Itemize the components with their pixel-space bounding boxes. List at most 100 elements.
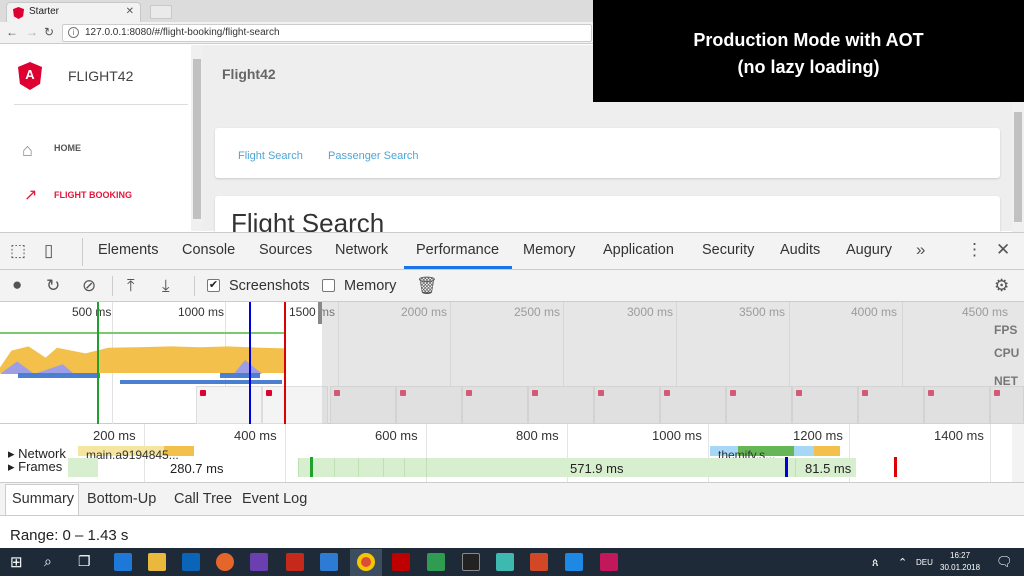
tab-elements[interactable]: Elements bbox=[98, 242, 158, 258]
passenger-search-link[interactable]: Passenger Search bbox=[328, 150, 419, 162]
overlay-line-2: (no lazy loading) bbox=[737, 57, 880, 77]
reload-record-icon[interactable]: ↻ bbox=[46, 276, 60, 296]
toolbar-divider bbox=[112, 276, 113, 296]
gear-icon[interactable]: ⚙ bbox=[994, 276, 1009, 296]
device-toolbar-icon[interactable]: ▯ bbox=[44, 241, 53, 261]
windows-start-icon[interactable]: ⊞ bbox=[10, 553, 23, 571]
info-icon[interactable]: i bbox=[68, 27, 79, 38]
notification-icon[interactable]: 🗨 bbox=[996, 554, 1013, 570]
screenshots-checkbox[interactable]: ✔ bbox=[207, 279, 220, 292]
header-title: Flight42 bbox=[222, 66, 276, 82]
screenshot-thumb bbox=[196, 386, 262, 424]
frames-label: Frames bbox=[18, 459, 63, 474]
close-devtools-icon[interactable]: ✕ bbox=[996, 240, 1010, 260]
record-icon[interactable]: ● bbox=[12, 275, 22, 295]
kebab-menu-icon[interactable]: ⋮ bbox=[966, 240, 983, 260]
flame-tick: 1000 ms bbox=[652, 428, 702, 443]
flame-tick: 1200 ms bbox=[793, 428, 843, 443]
network-request-bar[interactable] bbox=[814, 446, 840, 456]
tab-performance[interactable]: Performance bbox=[416, 242, 499, 258]
url-input[interactable]: i 127.0.0.1:8080/#/flight-booking/flight-… bbox=[62, 24, 592, 42]
flame-scrollbar[interactable] bbox=[1012, 424, 1024, 482]
tab-security[interactable]: Security bbox=[702, 242, 754, 258]
range-handle[interactable] bbox=[318, 302, 322, 324]
frames-track-label[interactable]: ▸ Frames bbox=[8, 459, 62, 475]
sidebar-item-flight-booking[interactable]: FLIGHT BOOKING bbox=[54, 190, 132, 200]
inspect-element-icon[interactable]: ⬚ bbox=[10, 241, 26, 261]
tab-memory[interactable]: Memory bbox=[523, 242, 575, 258]
tab-augury[interactable]: Augury bbox=[846, 242, 892, 258]
main-scrollbar[interactable] bbox=[1012, 102, 1024, 232]
frame-bar[interactable] bbox=[68, 458, 98, 477]
clock-time[interactable]: 16:27 bbox=[950, 551, 970, 560]
chevron-up-icon[interactable]: ⌃ bbox=[898, 556, 907, 569]
screenshots-label: Screenshots bbox=[229, 278, 310, 294]
first-paint-marker bbox=[785, 457, 788, 477]
task-view-icon[interactable]: ❐ bbox=[78, 553, 91, 570]
more-tabs-icon[interactable]: » bbox=[916, 240, 925, 260]
tab-sources[interactable]: Sources bbox=[259, 242, 312, 258]
home-icon[interactable]: ⌂ bbox=[22, 140, 33, 161]
forward-icon[interactable]: → bbox=[26, 25, 38, 39]
unselected-range-shade[interactable] bbox=[322, 302, 1024, 424]
outlook-icon[interactable] bbox=[182, 553, 200, 571]
frame-duration: 280.7 ms bbox=[170, 461, 224, 476]
flame-tick: 800 ms bbox=[516, 428, 559, 443]
url-text: 127.0.0.1:8080/#/flight-booking/flight-s… bbox=[85, 27, 280, 38]
sidebar-scrollbar[interactable] bbox=[191, 45, 203, 231]
back-icon[interactable]: ← bbox=[6, 25, 18, 39]
sidebar-item-home[interactable]: HOME bbox=[54, 143, 81, 153]
selected-tab-indicator bbox=[404, 266, 512, 269]
memory-label: Memory bbox=[344, 278, 397, 294]
range-summary: Range: 0 – 1.43 s bbox=[10, 527, 129, 544]
download-icon[interactable]: ⤓ bbox=[162, 276, 170, 296]
tab-audits[interactable]: Audits bbox=[780, 242, 820, 258]
visual-studio-icon[interactable] bbox=[250, 553, 268, 571]
tab-summary[interactable]: Summary bbox=[12, 491, 74, 507]
browser-tab[interactable]: Starter ✕ bbox=[6, 2, 141, 22]
vscode-icon[interactable] bbox=[565, 553, 583, 571]
tab-title: Starter bbox=[29, 6, 60, 17]
karma-icon[interactable] bbox=[600, 553, 618, 571]
clock-date[interactable]: 30.01.2018 bbox=[940, 563, 980, 572]
tab-application[interactable]: Application bbox=[603, 242, 674, 258]
load-marker bbox=[894, 457, 897, 477]
frame-separator bbox=[334, 458, 335, 477]
powerpoint-icon[interactable] bbox=[530, 553, 548, 571]
webstorm-icon[interactable] bbox=[320, 553, 338, 571]
upload-icon[interactable]: ⤒ bbox=[127, 276, 135, 296]
edge-icon[interactable] bbox=[114, 553, 132, 571]
network-request-label: main.a9194845... bbox=[86, 448, 179, 462]
tab-call-tree[interactable]: Call Tree bbox=[174, 491, 232, 507]
language-indicator[interactable]: DEU bbox=[916, 558, 933, 567]
clear-icon[interactable]: ⊘ bbox=[82, 276, 96, 296]
frame-duration: 571.9 ms bbox=[570, 461, 624, 476]
search-icon[interactable]: ⌕ bbox=[44, 553, 52, 570]
tab-event-log[interactable]: Event Log bbox=[242, 491, 307, 507]
frame-separator bbox=[404, 458, 405, 477]
grid-line bbox=[990, 424, 991, 482]
flame-tick: 200 ms bbox=[93, 428, 136, 443]
trash-icon[interactable]: 🗑 bbox=[416, 276, 438, 296]
arrow-up-right-icon[interactable]: ↗ bbox=[24, 185, 37, 205]
flight-search-link[interactable]: Flight Search bbox=[238, 150, 303, 162]
first-paint-marker bbox=[249, 302, 251, 424]
people-icon[interactable]: ጰ bbox=[872, 557, 879, 570]
tab-console[interactable]: Console bbox=[182, 242, 235, 258]
cpu-label: CPU bbox=[994, 346, 1020, 360]
tab-bottom-up[interactable]: Bottom-Up bbox=[87, 491, 156, 507]
tab-network[interactable]: Network bbox=[335, 242, 388, 258]
filezilla-icon[interactable] bbox=[392, 553, 410, 571]
memory-checkbox[interactable] bbox=[322, 279, 335, 292]
git-icon[interactable] bbox=[427, 553, 445, 571]
terminal-icon[interactable] bbox=[462, 553, 480, 571]
file-explorer-icon[interactable] bbox=[148, 553, 166, 571]
frame-separator bbox=[358, 458, 359, 477]
close-icon[interactable]: ✕ bbox=[126, 3, 134, 21]
jetbrains-icon[interactable] bbox=[286, 553, 304, 571]
app-icon[interactable] bbox=[496, 553, 514, 571]
chrome-icon[interactable] bbox=[357, 553, 375, 571]
firefox-icon[interactable] bbox=[216, 553, 234, 571]
reload-icon[interactable]: ↻ bbox=[44, 25, 54, 39]
new-tab-button[interactable] bbox=[150, 5, 172, 19]
